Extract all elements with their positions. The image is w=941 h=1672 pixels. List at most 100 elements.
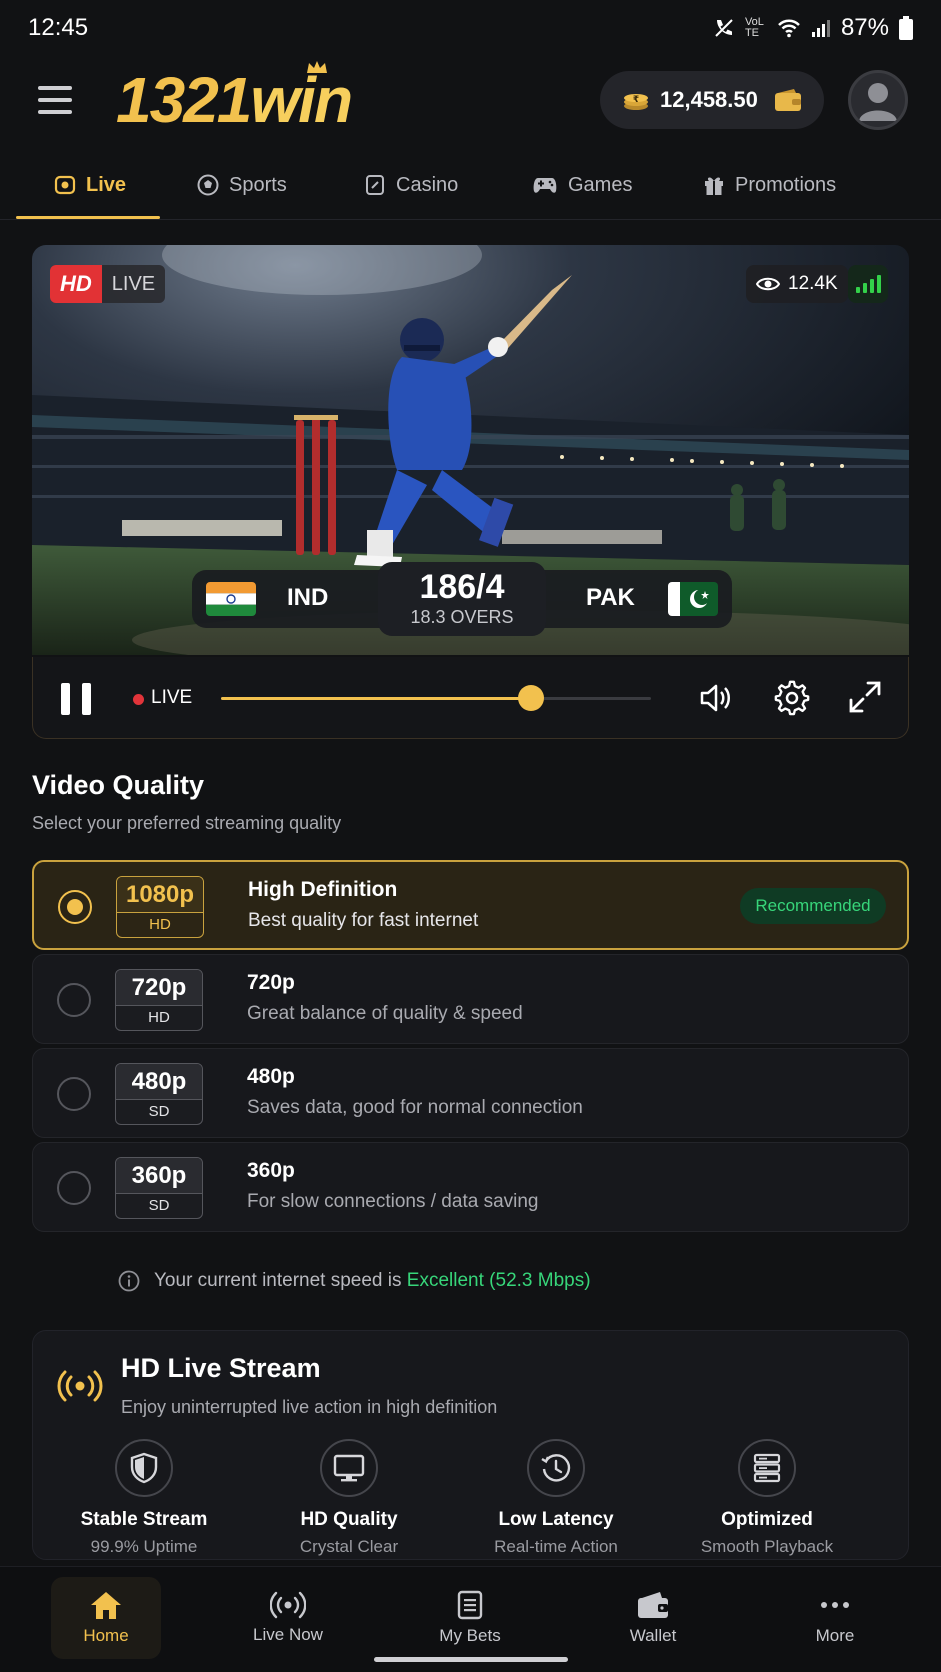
more-dots-icon: [821, 1602, 849, 1608]
server-icon: [753, 1453, 781, 1483]
home-indicator[interactable]: [374, 1657, 568, 1662]
settings-gear-icon[interactable]: [773, 679, 811, 717]
clock-icon: [541, 1454, 571, 1482]
status-icons: VoLTE 87%: [713, 14, 913, 42]
tab-games[interactable]: Games: [532, 152, 632, 218]
quality-desc: Great balance of quality & speed: [247, 1003, 523, 1024]
nav-home[interactable]: Home: [51, 1577, 161, 1659]
speed-prefix: Your current internet speed is: [154, 1270, 402, 1291]
hamburger-menu-button[interactable]: [38, 86, 72, 114]
battery-percent: 87%: [840, 14, 889, 41]
wallet-icon: [638, 1592, 668, 1618]
tab-live[interactable]: Live: [54, 152, 126, 218]
svg-text:₹: ₹: [633, 95, 639, 105]
progress-fill: [221, 697, 531, 700]
video-quality-subtitle: Select your preferred streaming quality: [32, 813, 342, 833]
resolution-badge: 480p SD: [115, 1063, 203, 1125]
quality-option-720p[interactable]: 720p HD 720p Great balance of quality & …: [32, 954, 909, 1044]
brand-logo[interactable]: 1321win: [116, 64, 353, 136]
match-overs: 18.3 OVERS: [410, 607, 514, 627]
stream-card-subtitle: Enjoy uninterrupted live action in high …: [121, 1397, 498, 1417]
soccer-ball-icon: [197, 174, 219, 196]
crown-icon: [307, 61, 327, 73]
resolution-badge: 1080p HD: [116, 876, 204, 938]
quality-name: 720p: [247, 971, 295, 994]
volte-label: VoLTE: [744, 16, 764, 39]
viewer-count: 12.4K: [746, 265, 848, 303]
status-bar: 12:45 VoLTE 87%: [0, 0, 941, 56]
quality-desc: Saves data, good for normal connection: [247, 1097, 583, 1118]
score-box: 186/4 18.3 OVERS: [378, 562, 546, 636]
feature-hd-quality: HD Quality Crystal Clear: [259, 1439, 439, 1557]
hd-label: HD: [50, 265, 102, 303]
nav-more[interactable]: More: [780, 1577, 890, 1659]
shield-icon: [130, 1452, 158, 1484]
gamepad-icon: [533, 178, 557, 193]
pause-button[interactable]: [61, 683, 91, 715]
match-score: 186/4: [419, 568, 505, 606]
radio-button[interactable]: [57, 1171, 91, 1205]
tab-promotions[interactable]: Promotions: [703, 152, 836, 218]
nav-live-now[interactable]: Live Now: [233, 1577, 343, 1659]
nav-wallet[interactable]: Wallet: [598, 1577, 708, 1659]
quality-desc: Best quality for fast internet: [248, 910, 479, 931]
feature-optimized: Optimized Smooth Playback: [677, 1439, 857, 1557]
radio-button[interactable]: [58, 890, 92, 924]
nav-my-bets[interactable]: My Bets: [415, 1577, 525, 1659]
stream-card-title: HD Live Stream: [121, 1353, 321, 1383]
recommended-badge: Recommended: [740, 888, 886, 924]
info-icon: [118, 1270, 140, 1292]
playback-progress-bar[interactable]: [221, 685, 651, 711]
controls-live-label: LIVE: [151, 687, 193, 708]
wallet-balance[interactable]: ₹ 12,458.50: [600, 71, 824, 129]
pakistan-flag-icon: [668, 582, 718, 616]
live-tv-icon: [54, 175, 76, 195]
radio-button[interactable]: [57, 1077, 91, 1111]
active-tab-indicator: [16, 216, 160, 219]
user-avatar[interactable]: [848, 70, 908, 130]
broadcast-icon: [57, 1370, 103, 1402]
live-label: LIVE: [111, 272, 156, 295]
connection-signal-icon: [848, 265, 888, 303]
radio-button[interactable]: [57, 983, 91, 1017]
receipt-icon: [457, 1590, 483, 1620]
quality-desc: For slow connections / data saving: [247, 1191, 539, 1212]
quality-name: High Definition: [248, 878, 398, 901]
feature-low-latency: Low Latency Real-time Action: [466, 1439, 646, 1557]
status-time: 12:45: [28, 14, 89, 41]
card-icon: [366, 175, 384, 195]
quality-option-480p[interactable]: 480p SD 480p Saves data, good for normal…: [32, 1048, 909, 1138]
eye-icon: [756, 277, 780, 291]
away-team: PAK: [586, 584, 635, 611]
quality-option-360p[interactable]: 360p SD 360p For slow connections / data…: [32, 1142, 909, 1232]
internet-speed-note: Your current internet speed is Excellent…: [118, 1262, 591, 1300]
live-dot-icon: [133, 694, 144, 705]
broadcast-icon: [270, 1591, 306, 1619]
battery-icon: [899, 16, 913, 40]
cell-signal-icon: [811, 20, 830, 37]
tab-sports[interactable]: Sports: [197, 152, 287, 218]
india-flag-icon: [206, 582, 256, 616]
speed-value: Excellent (52.3 Mbps): [406, 1270, 591, 1291]
wifi-icon: [778, 19, 800, 38]
tab-casino[interactable]: Casino: [364, 152, 458, 218]
scoreboard: IND 186/4 18.3 OVERS PAK: [192, 562, 732, 636]
hd-stream-card: HD Live Stream Enjoy uninterrupted live …: [32, 1330, 909, 1560]
app-header: 1321win ₹ 12,458.50: [0, 61, 941, 136]
volume-icon[interactable]: [697, 679, 735, 717]
progress-knob[interactable]: [517, 685, 544, 711]
resolution-badge: 720p HD: [115, 969, 203, 1031]
monitor-icon: [333, 1454, 365, 1482]
gift-icon: [705, 177, 723, 195]
category-tabs: Live Sports Casino Games Promotions: [0, 152, 941, 220]
wallet-icon: [775, 89, 801, 111]
user-icon: [859, 83, 897, 121]
quality-option-1080p[interactable]: 1080p HD High Definition Best quality fo…: [32, 860, 909, 950]
feature-stable-stream: Stable Stream 99.9% Uptime: [54, 1439, 234, 1557]
video-quality-title: Video Quality: [32, 770, 205, 800]
balance-amount: 12,458.50: [660, 87, 758, 112]
rupee-coin-icon: ₹: [624, 94, 648, 110]
fullscreen-icon[interactable]: [847, 679, 883, 715]
quality-name: 480p: [247, 1065, 295, 1088]
player-controls: LIVE: [32, 657, 909, 739]
